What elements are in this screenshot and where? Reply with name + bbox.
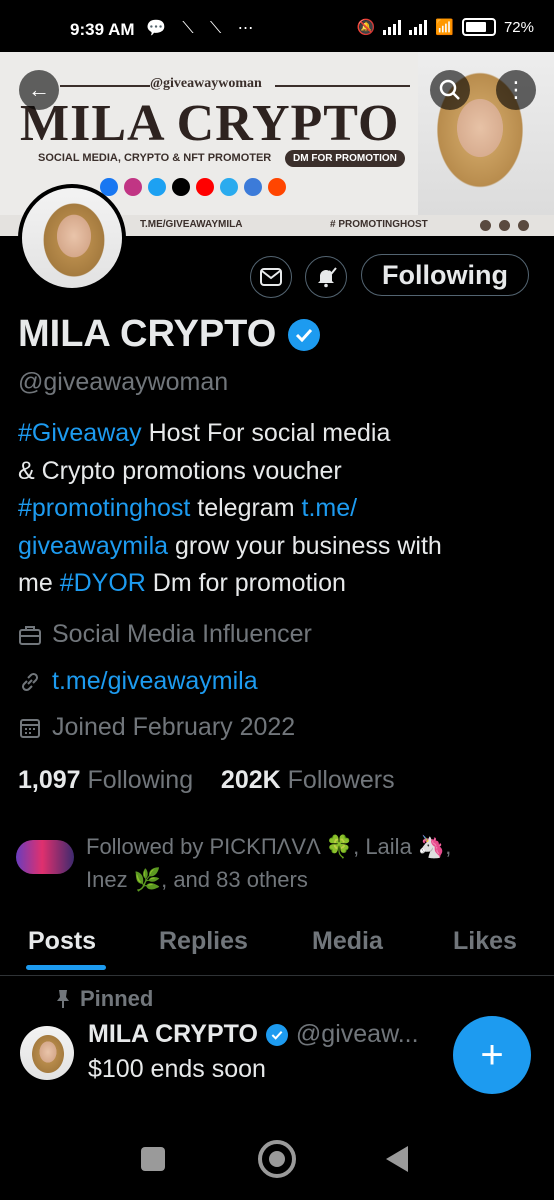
followers-count-link[interactable]: 202K Followers (221, 766, 395, 794)
banner-social-icons (100, 178, 286, 196)
banner-telegram: T.ME/GIVEAWAYMILA (140, 219, 243, 230)
mute-icon: 🔕 (356, 19, 376, 36)
pin-icon (57, 990, 69, 1008)
battery-percent: 72% (503, 18, 534, 36)
post-handle[interactable]: @giveaw... (296, 1020, 419, 1049)
post-avatar[interactable] (20, 1026, 74, 1080)
calendar-icon (20, 718, 40, 738)
profile-name-row: MILA CRYPTO (18, 313, 321, 356)
following-count-link[interactable]: 1,097 Following (18, 766, 193, 794)
post-author[interactable]: MILA CRYPTO (88, 1020, 258, 1049)
back-arrow-icon: ← (28, 77, 50, 102)
telegram-icon (220, 178, 238, 196)
verified-badge-icon (288, 318, 321, 351)
profile-website: t.me/giveawaymila (18, 667, 258, 696)
back-nav-icon[interactable] (386, 1146, 408, 1172)
profile-avatar[interactable] (18, 184, 126, 292)
tab-posts[interactable]: Posts (28, 927, 96, 956)
reddit-icon (268, 178, 286, 196)
bio-link[interactable]: t.me/ (302, 494, 358, 522)
profile-joined: Joined February 2022 (18, 713, 295, 742)
home-icon[interactable] (258, 1140, 296, 1178)
recents-icon[interactable] (141, 1147, 165, 1171)
search-button[interactable] (430, 70, 470, 110)
more-button[interactable]: ⋮ (496, 70, 536, 110)
status-right: 🔕 📶 72% (357, 18, 534, 36)
tab-media[interactable]: Media (312, 927, 383, 956)
youtube-icon (196, 178, 214, 196)
notification-icons: 💬 ⟍ ⟍ ⋯ (146, 20, 260, 37)
link-icon (21, 672, 39, 691)
bell-check-icon (318, 267, 337, 288)
follow-counts: 1,097 Following 202K Followers (18, 766, 395, 795)
profile-name: MILA CRYPTO (18, 313, 277, 355)
plus-icon: + (480, 1032, 504, 1077)
banner-handle: @giveawaywoman (150, 76, 262, 91)
verified-badge-icon (265, 1023, 288, 1046)
banner-title: MILA CRYPTO (20, 95, 400, 152)
twitter-icon (148, 178, 166, 196)
compose-fab-button[interactable]: + (453, 1016, 531, 1094)
post-header: MILA CRYPTO @giveaw... (88, 1020, 419, 1049)
battery-icon (461, 18, 496, 36)
hashtag-link[interactable]: #promotinghost (18, 494, 190, 522)
coinmarketcap-icon (244, 178, 262, 196)
banner-divider (275, 85, 410, 87)
signal-icon (383, 19, 402, 35)
wifi-icon: 📶 (435, 19, 454, 36)
tab-replies[interactable]: Replies (159, 927, 248, 956)
banner-divider (60, 85, 150, 87)
hashtag-link[interactable]: #DYOR (60, 569, 146, 597)
instagram-icon (124, 178, 142, 196)
hashtag-link[interactable]: #Giveaway (18, 419, 142, 447)
status-time: 9:39 AM (70, 20, 135, 39)
following-button[interactable]: Following (361, 254, 529, 296)
banner-dots (480, 220, 529, 231)
tab-likes[interactable]: Likes (453, 927, 517, 956)
banner-hashtag: # PROMOTINGHOST (330, 219, 428, 230)
post-text[interactable]: $100 ends soon (88, 1055, 266, 1084)
message-button[interactable] (250, 256, 292, 298)
signal-icon (409, 19, 428, 35)
profile-bio: #Giveaway Host For social media & Crypto… (18, 419, 442, 597)
tiktok-icon (172, 178, 190, 196)
envelope-icon (260, 268, 282, 286)
profile-category: Social Media Influencer (18, 620, 312, 649)
banner-subtitle: SOCIAL MEDIA, CRYPTO & NFT PROMOTER (38, 152, 272, 164)
profile-handle: @giveawaywoman (18, 368, 229, 396)
banner-dm-badge: DM FOR PROMOTION (285, 150, 405, 167)
search-icon (439, 79, 460, 100)
followed-by-avatars[interactable] (16, 840, 74, 874)
website-link[interactable]: t.me/giveawaymila (52, 667, 258, 696)
followed-by-text[interactable]: Followed by PICKΠΛVΛ 🍀, Laila 🦄, Inez 🌿,… (86, 830, 506, 896)
notifications-button[interactable] (305, 256, 347, 298)
status-bar: 9:39 AM 💬 ⟍ ⟍ ⋯ 🔕 📶 72% (0, 0, 554, 52)
briefcase-icon (19, 625, 41, 645)
more-icon: ⋮ (505, 77, 527, 102)
active-tab-indicator (26, 965, 106, 970)
pinned-label-row: Pinned (56, 986, 153, 1012)
bio-link[interactable]: giveawaymila (18, 532, 168, 560)
back-button[interactable]: ← (19, 70, 59, 110)
